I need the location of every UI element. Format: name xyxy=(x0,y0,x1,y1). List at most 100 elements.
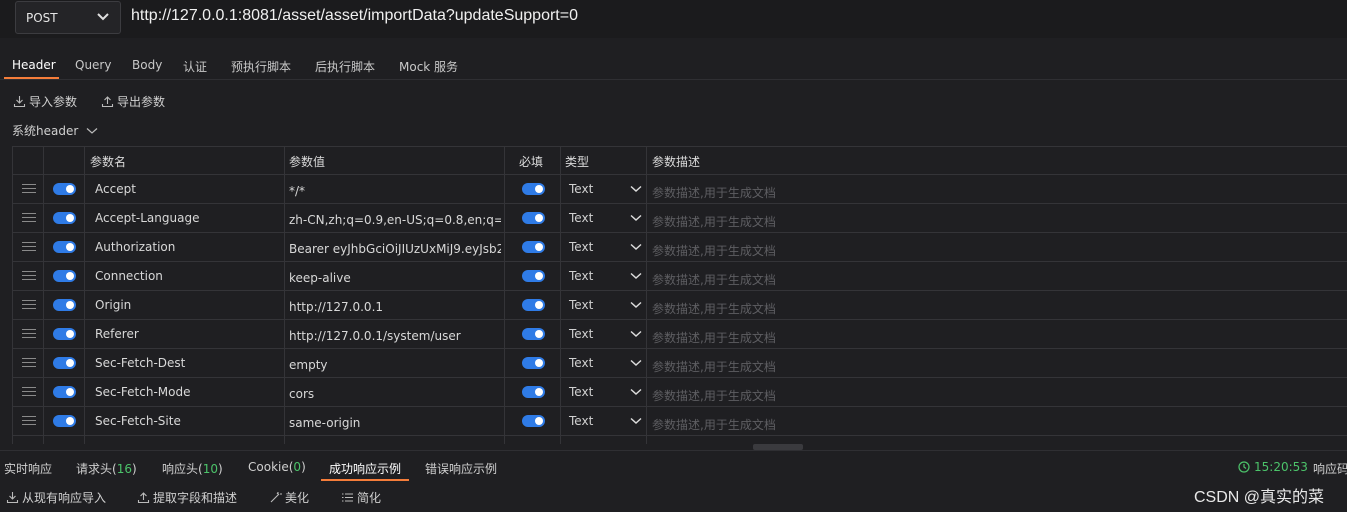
param-description-input[interactable]: 参数描述,用于生成文档 xyxy=(652,387,776,404)
param-description-input[interactable]: 参数描述,用于生成文档 xyxy=(652,329,776,346)
tab-response-headers[interactable]: 响应头(10) xyxy=(162,460,223,477)
param-description-input[interactable]: 参数描述,用于生成文档 xyxy=(652,213,776,230)
header-required-cell: 必填 xyxy=(505,147,561,176)
type-cell[interactable]: Text xyxy=(561,262,647,291)
param-name[interactable]: Accept-Language xyxy=(95,211,199,225)
param-description-input[interactable]: 参数描述,用于生成文档 xyxy=(652,184,776,201)
type-cell[interactable]: Text xyxy=(561,320,647,349)
drag-handle-icon[interactable] xyxy=(22,387,36,397)
tab-realtime-response[interactable]: 实时响应 xyxy=(4,460,52,477)
url-input[interactable]: http://127.0.0.1:8081/asset/asset/import… xyxy=(131,7,578,25)
param-value[interactable]: Bearer eyJhbGciOiJIUzUxMiJ9.eyJsb2 xyxy=(289,242,501,256)
required-toggle[interactable] xyxy=(522,386,545,398)
param-value[interactable]: cors xyxy=(289,387,501,401)
req-headers-count: 16 xyxy=(116,462,132,476)
tab-success-example[interactable]: 成功响应示例 xyxy=(329,460,401,477)
required-toggle[interactable] xyxy=(522,357,545,369)
required-toggle[interactable] xyxy=(522,183,545,195)
param-value[interactable]: same-origin xyxy=(289,416,501,430)
param-name[interactable]: Referer xyxy=(95,327,139,341)
param-name[interactable]: Origin xyxy=(95,298,131,312)
system-header-toggle[interactable]: 系统header xyxy=(12,122,98,139)
resp-headers-label: 响应头( xyxy=(162,462,203,476)
tab-error-example[interactable]: 错误响应示例 xyxy=(425,460,497,477)
req-headers-label: 请求头( xyxy=(76,462,117,476)
extract-fields-button[interactable]: 提取字段和描述 xyxy=(137,489,237,506)
type-cell[interactable]: Text xyxy=(561,291,647,320)
simplify-button[interactable]: 简化 xyxy=(341,489,381,506)
enable-toggle[interactable] xyxy=(53,386,76,398)
enable-toggle[interactable] xyxy=(53,328,76,340)
required-cell xyxy=(505,291,561,320)
required-toggle[interactable] xyxy=(522,270,545,282)
param-value[interactable]: keep-alive xyxy=(289,271,501,285)
drag-handle-icon[interactable] xyxy=(22,300,36,310)
request-tabs: Header Query Body 认证 预执行脚本 后执行脚本 Mock 服务 xyxy=(0,48,1347,80)
enable-toggle[interactable] xyxy=(53,241,76,253)
drag-handle-icon[interactable] xyxy=(22,184,36,194)
drag-cell xyxy=(13,407,44,436)
param-name[interactable]: Sec-Fetch-Dest xyxy=(95,356,185,370)
enable-toggle[interactable] xyxy=(53,299,76,311)
param-value[interactable]: zh-CN,zh;q=0.9,en-US;q=0.8,en;q=0. xyxy=(289,213,501,227)
enable-toggle[interactable] xyxy=(53,212,76,224)
type-cell[interactable]: Text xyxy=(561,378,647,407)
param-description-input[interactable]: 参数描述,用于生成文档 xyxy=(652,300,776,317)
type-cell[interactable]: Text xyxy=(561,407,647,436)
drag-handle-icon[interactable] xyxy=(22,242,36,252)
required-toggle[interactable] xyxy=(522,241,545,253)
param-type: Text xyxy=(569,327,594,341)
tab-auth[interactable]: 认证 xyxy=(183,58,207,75)
required-toggle[interactable] xyxy=(522,328,545,340)
required-toggle[interactable] xyxy=(522,212,545,224)
method-select[interactable]: POST xyxy=(15,1,121,34)
drag-handle-icon[interactable] xyxy=(22,271,36,281)
param-value[interactable]: http://127.0.0.1 xyxy=(289,300,501,314)
tab-request-headers[interactable]: 请求头(16) xyxy=(76,460,137,477)
type-cell[interactable]: Text xyxy=(561,233,647,262)
param-description-input[interactable]: 参数描述,用于生成文档 xyxy=(652,242,776,259)
tab-body[interactable]: Body xyxy=(132,58,162,72)
required-toggle[interactable] xyxy=(522,415,545,427)
drag-handle-icon[interactable] xyxy=(22,358,36,368)
desc-cell: 参数描述,用于生成文档 xyxy=(647,262,1347,291)
download-icon xyxy=(6,492,19,504)
param-value[interactable]: */* xyxy=(289,184,501,198)
param-name[interactable]: Sec-Fetch-Mode xyxy=(95,385,191,399)
tab-mock[interactable]: Mock 服务 xyxy=(399,58,458,75)
drag-handle-icon[interactable] xyxy=(22,213,36,223)
param-value[interactable]: http://127.0.0.1/system/user xyxy=(289,329,501,343)
name-cell: Authorization xyxy=(85,233,285,262)
tab-pre-script[interactable]: 预执行脚本 xyxy=(231,58,291,75)
beautify-label: 美化 xyxy=(285,491,310,505)
import-params-button[interactable]: 导入参数 xyxy=(13,93,77,110)
drag-cell xyxy=(13,349,44,378)
import-from-response-button[interactable]: 从现有响应导入 xyxy=(6,489,106,506)
enable-toggle[interactable] xyxy=(53,415,76,427)
param-name[interactable]: Authorization xyxy=(95,240,175,254)
enable-toggle[interactable] xyxy=(53,357,76,369)
type-cell[interactable]: Text xyxy=(561,204,647,233)
param-description-input[interactable]: 参数描述,用于生成文档 xyxy=(652,358,776,375)
tab-post-script[interactable]: 后执行脚本 xyxy=(315,58,375,75)
export-params-button[interactable]: 导出参数 xyxy=(101,93,165,110)
tab-cookie[interactable]: Cookie(0) xyxy=(248,460,306,474)
required-cell xyxy=(505,233,561,262)
required-toggle[interactable] xyxy=(522,299,545,311)
param-name[interactable]: Accept xyxy=(95,182,136,196)
param-name[interactable]: Connection xyxy=(95,269,163,283)
type-cell[interactable]: Text xyxy=(561,349,647,378)
param-value[interactable]: empty xyxy=(289,358,501,372)
beautify-button[interactable]: 美化 xyxy=(269,489,309,506)
drag-handle-icon[interactable] xyxy=(22,329,36,339)
enable-toggle[interactable] xyxy=(53,270,76,282)
tab-header[interactable]: Header xyxy=(12,58,56,72)
drag-handle-icon[interactable] xyxy=(22,416,36,426)
tab-query[interactable]: Query xyxy=(75,58,111,72)
param-description-input[interactable]: 参数描述,用于生成文档 xyxy=(652,271,776,288)
param-name[interactable]: Sec-Fetch-Site xyxy=(95,414,181,428)
type-cell[interactable]: Text xyxy=(561,175,647,204)
enable-cell xyxy=(44,378,85,407)
enable-toggle[interactable] xyxy=(53,183,76,195)
param-description-input[interactable]: 参数描述,用于生成文档 xyxy=(652,416,776,433)
